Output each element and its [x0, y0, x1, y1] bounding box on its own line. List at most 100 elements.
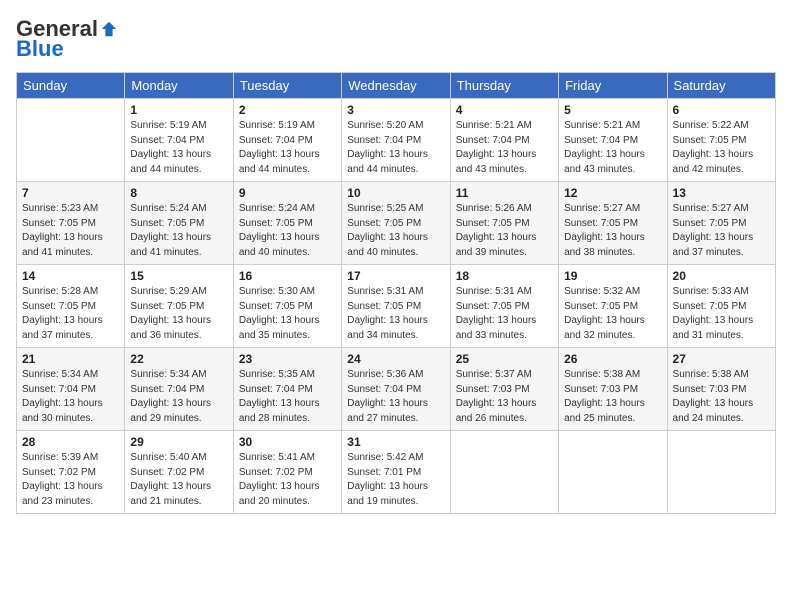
calendar-cell: 15Sunrise: 5:29 AM Sunset: 7:05 PM Dayli…	[125, 265, 233, 348]
day-number: 28	[22, 435, 119, 449]
calendar-cell: 6 Sunrise: 5:22 AM Sunset: 7:05 PM Daylig…	[667, 99, 775, 182]
calendar-week-row: 14 Sunrise: 5:28 AM Sunset: 7:05 PM Dayli…	[17, 265, 776, 348]
day-number: 31	[347, 435, 444, 449]
calendar-cell	[450, 431, 558, 514]
day-info: Sunrise: 5:31 AM Sunset: 7:05 PM Dayligh…	[456, 285, 553, 343]
day-info: Sunrise: 5:37 AM Sunset: 7:03 PM Dayligh…	[456, 368, 553, 426]
day-number: 1	[130, 103, 227, 117]
calendar-cell: 8Sunrise: 5:24 AM Sunset: 7:05 PM Daylig…	[125, 182, 233, 265]
day-info: Sunrise: 5:41 AM Sunset: 7:02 PM Dayligh…	[239, 451, 336, 509]
calendar-cell: 29 Sunrise: 5:40 AM Sunset: 7:02 PM Dayli…	[125, 431, 233, 514]
day-number: 5	[564, 103, 661, 117]
calendar-cell	[559, 431, 667, 514]
day-number: 12	[564, 186, 661, 200]
calendar-cell: 23 Sunrise: 5:35 AM Sunset: 7:04 PM Dayli…	[233, 348, 341, 431]
calendar-cell: 9Sunrise: 5:24 AM Sunset: 7:05 PM Daylig…	[233, 182, 341, 265]
calendar-cell: 7 Sunrise: 5:23 AM Sunset: 7:05 PM Daylig…	[17, 182, 125, 265]
day-number: 17	[347, 269, 444, 283]
day-number: 10	[347, 186, 444, 200]
day-info: Sunrise: 5:19 AM Sunset: 7:04 PM Dayligh…	[239, 119, 336, 177]
calendar-cell: 20Sunrise: 5:33 AM Sunset: 7:05 PM Dayli…	[667, 265, 775, 348]
calendar-week-row: 7 Sunrise: 5:23 AM Sunset: 7:05 PM Daylig…	[17, 182, 776, 265]
logo: General Blue	[16, 16, 118, 62]
calendar-cell: 19 Sunrise: 5:32 AM Sunset: 7:05 PM Dayli…	[559, 265, 667, 348]
calendar-cell	[17, 99, 125, 182]
calendar-cell: 12 Sunrise: 5:27 AM Sunset: 7:05 PM Dayli…	[559, 182, 667, 265]
day-info: Sunrise: 5:36 AM Sunset: 7:04 PM Dayligh…	[347, 368, 444, 426]
calendar-cell: 5 Sunrise: 5:21 AM Sunset: 7:04 PM Daylig…	[559, 99, 667, 182]
calendar-cell	[667, 431, 775, 514]
day-info: Sunrise: 5:35 AM Sunset: 7:04 PM Dayligh…	[239, 368, 336, 426]
day-number: 25	[456, 352, 553, 366]
day-info: Sunrise: 5:26 AM Sunset: 7:05 PM Dayligh…	[456, 202, 553, 260]
calendar-cell: 14 Sunrise: 5:28 AM Sunset: 7:05 PM Dayli…	[17, 265, 125, 348]
weekday-header: Friday	[559, 73, 667, 99]
day-number: 2	[239, 103, 336, 117]
calendar-header-row: SundayMondayTuesdayWednesdayThursdayFrid…	[17, 73, 776, 99]
calendar-cell: 2 Sunrise: 5:19 AM Sunset: 7:04 PM Daylig…	[233, 99, 341, 182]
calendar-cell: 13Sunrise: 5:27 AM Sunset: 7:05 PM Dayli…	[667, 182, 775, 265]
day-number: 30	[239, 435, 336, 449]
day-info: Sunrise: 5:28 AM Sunset: 7:05 PM Dayligh…	[22, 285, 119, 343]
day-number: 26	[564, 352, 661, 366]
day-number: 14	[22, 269, 119, 283]
day-info: Sunrise: 5:31 AM Sunset: 7:05 PM Dayligh…	[347, 285, 444, 343]
calendar-cell: 17 Sunrise: 5:31 AM Sunset: 7:05 PM Dayli…	[342, 265, 450, 348]
day-number: 16	[239, 269, 336, 283]
day-number: 29	[130, 435, 227, 449]
day-info: Sunrise: 5:32 AM Sunset: 7:05 PM Dayligh…	[564, 285, 661, 343]
day-info: Sunrise: 5:21 AM Sunset: 7:04 PM Dayligh…	[564, 119, 661, 177]
day-info: Sunrise: 5:22 AM Sunset: 7:05 PM Dayligh…	[673, 119, 770, 177]
calendar-cell: 4 Sunrise: 5:21 AM Sunset: 7:04 PM Daylig…	[450, 99, 558, 182]
day-number: 6	[673, 103, 770, 117]
weekday-header: Wednesday	[342, 73, 450, 99]
weekday-header: Sunday	[17, 73, 125, 99]
day-number: 3	[347, 103, 444, 117]
day-info: Sunrise: 5:19 AM Sunset: 7:04 PM Dayligh…	[130, 119, 227, 177]
day-info: Sunrise: 5:20 AM Sunset: 7:04 PM Dayligh…	[347, 119, 444, 177]
weekday-header: Monday	[125, 73, 233, 99]
day-number: 20	[673, 269, 770, 283]
day-info: Sunrise: 5:27 AM Sunset: 7:05 PM Dayligh…	[673, 202, 770, 260]
calendar-cell: 27 Sunrise: 5:38 AM Sunset: 7:03 PM Dayli…	[667, 348, 775, 431]
calendar-cell: 22Sunrise: 5:34 AM Sunset: 7:04 PM Dayli…	[125, 348, 233, 431]
day-number: 27	[673, 352, 770, 366]
day-info: Sunrise: 5:39 AM Sunset: 7:02 PM Dayligh…	[22, 451, 119, 509]
day-info: Sunrise: 5:23 AM Sunset: 7:05 PM Dayligh…	[22, 202, 119, 260]
calendar-cell: 31Sunrise: 5:42 AM Sunset: 7:01 PM Dayli…	[342, 431, 450, 514]
day-info: Sunrise: 5:40 AM Sunset: 7:02 PM Dayligh…	[130, 451, 227, 509]
calendar-cell: 24 Sunrise: 5:36 AM Sunset: 7:04 PM Dayli…	[342, 348, 450, 431]
day-info: Sunrise: 5:38 AM Sunset: 7:03 PM Dayligh…	[673, 368, 770, 426]
day-number: 7	[22, 186, 119, 200]
calendar-cell: 10 Sunrise: 5:25 AM Sunset: 7:05 PM Dayli…	[342, 182, 450, 265]
calendar-cell: 16 Sunrise: 5:30 AM Sunset: 7:05 PM Dayli…	[233, 265, 341, 348]
page-header: General Blue	[16, 16, 776, 62]
calendar-cell: 11 Sunrise: 5:26 AM Sunset: 7:05 PM Dayli…	[450, 182, 558, 265]
day-info: Sunrise: 5:30 AM Sunset: 7:05 PM Dayligh…	[239, 285, 336, 343]
logo-icon	[100, 20, 118, 38]
calendar-cell: 26 Sunrise: 5:38 AM Sunset: 7:03 PM Dayli…	[559, 348, 667, 431]
calendar-week-row: 28 Sunrise: 5:39 AM Sunset: 7:02 PM Dayli…	[17, 431, 776, 514]
calendar-cell: 3 Sunrise: 5:20 AM Sunset: 7:04 PM Daylig…	[342, 99, 450, 182]
day-number: 18	[456, 269, 553, 283]
day-number: 4	[456, 103, 553, 117]
day-info: Sunrise: 5:25 AM Sunset: 7:05 PM Dayligh…	[347, 202, 444, 260]
day-number: 23	[239, 352, 336, 366]
logo-blue: Blue	[16, 36, 64, 62]
day-info: Sunrise: 5:21 AM Sunset: 7:04 PM Dayligh…	[456, 119, 553, 177]
calendar-cell: 21 Sunrise: 5:34 AM Sunset: 7:04 PM Dayli…	[17, 348, 125, 431]
day-number: 24	[347, 352, 444, 366]
day-info: Sunrise: 5:27 AM Sunset: 7:05 PM Dayligh…	[564, 202, 661, 260]
calendar-cell: 30 Sunrise: 5:41 AM Sunset: 7:02 PM Dayli…	[233, 431, 341, 514]
calendar-cell: 18 Sunrise: 5:31 AM Sunset: 7:05 PM Dayli…	[450, 265, 558, 348]
day-number: 19	[564, 269, 661, 283]
calendar-table: SundayMondayTuesdayWednesdayThursdayFrid…	[16, 72, 776, 514]
calendar-cell: 28 Sunrise: 5:39 AM Sunset: 7:02 PM Dayli…	[17, 431, 125, 514]
day-info: Sunrise: 5:34 AM Sunset: 7:04 PM Dayligh…	[22, 368, 119, 426]
day-info: Sunrise: 5:24 AM Sunset: 7:05 PM Dayligh…	[239, 202, 336, 260]
day-info: Sunrise: 5:38 AM Sunset: 7:03 PM Dayligh…	[564, 368, 661, 426]
calendar-week-row: 1 Sunrise: 5:19 AM Sunset: 7:04 PM Daylig…	[17, 99, 776, 182]
day-number: 11	[456, 186, 553, 200]
day-number: 15	[130, 269, 227, 283]
day-number: 21	[22, 352, 119, 366]
